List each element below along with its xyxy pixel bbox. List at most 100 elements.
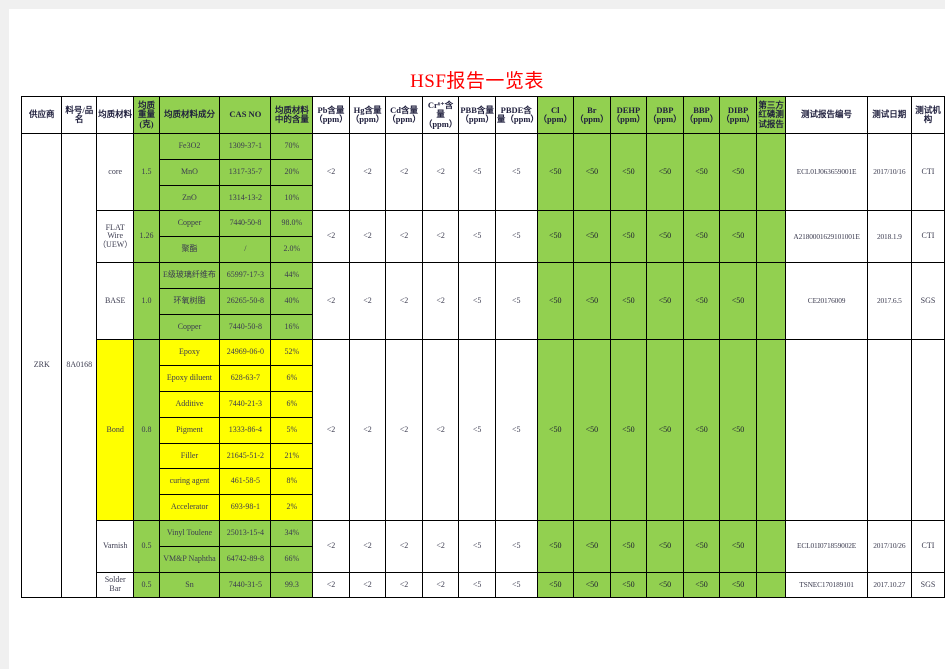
col-header-content: 均质材料中的含量	[270, 96, 314, 134]
col-header-test-org: 测试机构	[910, 96, 945, 134]
cell-cas-no: 21645-51-2	[219, 442, 272, 470]
cell-dibp-value: <50	[719, 571, 757, 599]
cell-weight: 0.5	[133, 519, 160, 573]
cell-test-org	[910, 339, 945, 521]
cell-report-no	[785, 339, 868, 521]
cell-dehp-value: <50	[609, 519, 648, 573]
cell-hg-value: <2	[348, 571, 387, 599]
cell-content-percent: 10%	[270, 184, 314, 212]
col-header-dbp: DBP（ppm）	[646, 96, 684, 134]
table-row: FLAT Wire（UEW） 1.26 Copper 7440-50-8 98.0% <2…	[22, 210, 945, 263]
cell-br-value: <50	[573, 571, 611, 599]
col-header-pbb: PBB含量（ppm）	[458, 96, 496, 134]
cell-content-percent: 52%	[270, 339, 314, 367]
table-row: ZRK 8A0168 core 1.5 Fe3O2 1309-37-1 70% <2 <2 <2 <…	[20, 132, 945, 599]
cell-component-name: Vinyl Toulene	[158, 519, 221, 547]
cell-cd-value: <2	[385, 132, 423, 212]
cell-report-no: TSNEC170189101	[785, 571, 868, 599]
cell-dbp-value: <50	[646, 571, 684, 599]
cell-dehp-value: <50	[609, 571, 648, 599]
cell-component-name: MnO	[158, 158, 221, 186]
cell-cl-value: <50	[536, 261, 575, 341]
cell-pbde-value: <5	[494, 261, 538, 341]
table-row: Varnish 0.5 Vinyl Toulene 25013-15-4 34% <2 <2…	[22, 519, 945, 573]
col-header-weight: 均质重量(克)	[133, 96, 160, 134]
cell-cas-no: 1309-37-1	[219, 133, 272, 160]
cell-bbp-value: <50	[682, 132, 721, 212]
spreadsheet-canvas: HSF报告一览表 供应商 料号/品名 均质材料 均质重量(克) 均质材料成分 C…	[9, 9, 945, 669]
cell-part-number: 8A0168	[61, 132, 98, 599]
cell-component-name: Epoxy	[158, 339, 221, 367]
cell-test-date	[866, 339, 912, 521]
cell-content-percent: 66%	[270, 545, 314, 573]
cell-bbp-value: <50	[682, 519, 721, 573]
cell-hg-value: <2	[348, 210, 387, 263]
cell-bbp-value: <50	[682, 571, 721, 599]
cell-hg-value: <2	[348, 132, 387, 212]
cell-dehp-value: <50	[609, 261, 648, 341]
cell-cas-no: 24969-06-0	[219, 339, 272, 367]
cell-report-no: ECL01I071859002E	[785, 519, 868, 573]
cell-component-name: 聚酯	[158, 236, 221, 263]
cell-br-value: <50	[573, 210, 611, 263]
cell-component-name: Epoxy diluent	[158, 365, 221, 392]
cell-report-no: ECL01J063659001E	[785, 132, 868, 212]
cell-component-name: Accelerator	[158, 494, 221, 521]
cell-test-org: CTI	[910, 519, 945, 573]
cell-test-date: 2017.10.27	[866, 571, 912, 599]
col-header-cr6: Cr⁶⁺含量（ppm）	[421, 96, 460, 134]
table-body: ZRK 8A0168 core 1.5 Fe3O2 1309-37-1 70% <2 <2 <2 <…	[20, 132, 945, 599]
cell-pb-value: <2	[312, 571, 350, 599]
cell-br-value: <50	[573, 132, 611, 212]
col-header-pbde: PBDE含量（ppm）	[494, 96, 538, 134]
cell-bbp-value: <50	[682, 210, 721, 263]
col-header-third-party-rp: 第三方红磷测试报告	[755, 96, 787, 134]
cell-material: core	[96, 132, 135, 212]
cell-dbp-value: <50	[646, 210, 684, 263]
cell-component-name: Filler	[158, 442, 221, 470]
cell-pb-value: <2	[312, 132, 350, 212]
cell-content-percent: 16%	[270, 313, 314, 341]
col-header-cas-no: CAS NO	[219, 96, 272, 134]
cell-weight: 1.26	[133, 210, 160, 263]
page-title: HSF报告一览表	[410, 71, 544, 92]
cell-br-value: <50	[573, 261, 611, 341]
col-header-report-no: 测试报告编号	[785, 96, 868, 134]
cell-cas-no: 25013-15-4	[219, 519, 272, 547]
cell-weight: 1.0	[133, 261, 160, 341]
cell-cr6-value: <2	[421, 339, 460, 521]
cell-content-percent: 21%	[270, 442, 314, 470]
cell-cas-no: 65997-17-3	[219, 261, 272, 289]
cell-pb-value: <2	[312, 210, 350, 263]
col-header-test-date: 测试日期	[866, 96, 912, 134]
cell-test-org: CTI	[910, 132, 945, 212]
cell-test-date: 2017/10/16	[866, 132, 912, 212]
cell-bbp-value: <50	[682, 339, 721, 521]
cell-content-percent: 98.0%	[270, 210, 314, 238]
cell-cl-value: <50	[536, 132, 575, 212]
cell-pbde-value: <5	[494, 339, 538, 521]
cell-test-date: 2017.6.5	[866, 261, 912, 341]
cell-dehp-value: <50	[609, 132, 648, 212]
cell-content-percent: 5%	[270, 416, 314, 444]
cell-content-percent: 40%	[270, 287, 314, 315]
cell-dibp-value: <50	[719, 339, 757, 521]
cell-pbb-value: <5	[458, 210, 496, 263]
cell-component-name: Pigment	[158, 416, 221, 444]
cell-cd-value: <2	[385, 210, 423, 263]
col-header-cd: Cd含量（ppm）	[385, 96, 423, 134]
cell-cas-no: 693-98-1	[219, 494, 272, 521]
cell-weight: 0.5	[133, 571, 160, 599]
cell-bbp-value: <50	[682, 261, 721, 341]
cell-test-date: 2018.1.9	[866, 210, 912, 263]
cell-material: Solder Bar	[96, 571, 135, 599]
cell-dibp-value: <50	[719, 132, 757, 212]
cell-content-percent: 6%	[270, 390, 314, 418]
table-row: Solder Bar 0.5 Sn 7440-31-5 99.3 <2 <2 <2 <2 <5 <5…	[22, 571, 945, 599]
cell-cr6-value: <2	[421, 519, 460, 573]
cell-component-name: VM&P Naphtha	[158, 545, 221, 573]
cell-cl-value: <50	[536, 339, 575, 521]
cell-cl-value: <50	[536, 571, 575, 599]
cell-third-party-rp	[755, 571, 787, 599]
col-header-material: 均质材料	[96, 96, 135, 134]
